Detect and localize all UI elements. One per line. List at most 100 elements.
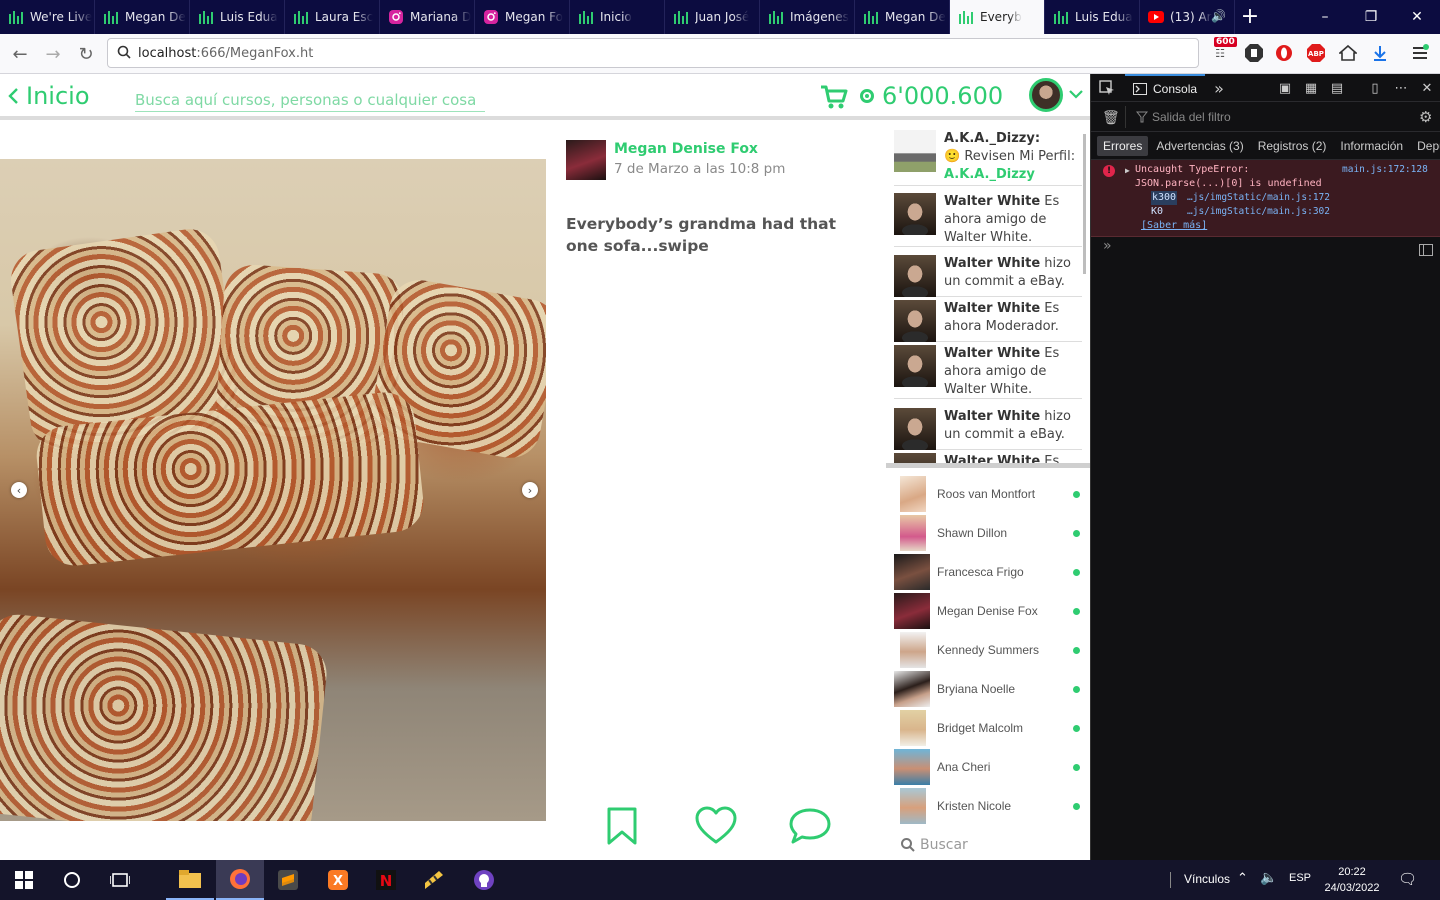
notification-item[interactable]: Walter White hizo un commit a eBay. (894, 408, 1082, 450)
more-tabs-icon[interactable]: » (1211, 79, 1227, 98)
notification-item[interactable]: Walter White hizo un commit a eBay. (894, 255, 1082, 297)
browser-tab[interactable]: Luis Edua (1045, 0, 1140, 34)
menu-icon[interactable] (1410, 43, 1430, 63)
forward-icon[interactable]: → (37, 38, 69, 70)
level-warnings[interactable]: Advertencias (3) (1150, 136, 1249, 156)
contact-item[interactable]: Shawn Dillon (894, 515, 1084, 551)
restore-icon[interactable]: ❐ (1348, 0, 1394, 34)
search-circle-icon[interactable] (48, 860, 96, 900)
contact-item[interactable]: Francesca Frigo (894, 554, 1084, 590)
level-errors[interactable]: Errores (1097, 135, 1149, 156)
browser-tab[interactable]: Laura Esc (285, 0, 380, 34)
clock[interactable]: 20:22 24/03/2022 (1322, 864, 1382, 896)
github-desktop-icon[interactable] (460, 860, 508, 900)
notification-item[interactable]: Walter White Es ahora amigo de Walter Wh… (894, 345, 1082, 399)
contact-item[interactable]: Bridget Malcolm (894, 710, 1084, 746)
contact-item[interactable]: Kennedy Summers (894, 632, 1084, 668)
url-bar[interactable]: localhost:666/MeganFox.ht (107, 38, 1199, 68)
netflix-icon[interactable]: N (362, 860, 410, 900)
back-link[interactable]: Inicio (6, 82, 90, 110)
contact-item[interactable]: Kristen Nicole (894, 788, 1084, 824)
cart-icon[interactable] (820, 84, 848, 110)
console-filter-input[interactable]: Salida del filtro (1125, 106, 1395, 128)
coin-balance[interactable]: 6'000.600 (860, 82, 1003, 110)
level-info[interactable]: Información (1334, 136, 1409, 156)
extension-icon[interactable]: ☷ 600 (1210, 37, 1237, 63)
xampp-icon[interactable]: X (314, 860, 362, 900)
screenshot-icon[interactable]: ▤ (1329, 80, 1345, 96)
reload-icon[interactable]: ↻ (70, 38, 102, 70)
contact-item[interactable]: Bryiana Noelle (894, 671, 1084, 707)
browser-tab[interactable]: We're Live (0, 0, 95, 34)
console-prompt-icon[interactable]: » (1103, 238, 1112, 254)
more-options-icon[interactable]: ⋯ (1393, 80, 1409, 96)
speaker-icon[interactable]: 🔊 (1211, 9, 1226, 23)
tab-console[interactable]: Consola (1125, 74, 1206, 102)
robot-icon[interactable]: ▣ (1277, 80, 1293, 96)
minimize-icon[interactable]: – (1302, 0, 1348, 34)
chevron-up-icon[interactable]: ⌃ (1237, 871, 1248, 886)
user-avatar[interactable] (1029, 78, 1063, 112)
browser-tab[interactable]: Luis Edua (190, 0, 285, 34)
stack-location[interactable]: …js/imgStatic/main.js:302 (1187, 205, 1330, 219)
notifications-scrollbar[interactable] (1083, 134, 1086, 274)
contact-item[interactable]: Ana Cheri (894, 749, 1084, 785)
notification-item[interactable]: A.K.A._Dizzy: 🙂 Revisen Mi Perfil: A.K.A._… (894, 130, 1082, 186)
clapperboard-icon[interactable] (410, 860, 458, 900)
new-tab-button[interactable]: + (1235, 0, 1265, 34)
adblock-icon[interactable]: ABP (1306, 43, 1326, 63)
notifications-icon[interactable]: 🗨 (1398, 870, 1417, 888)
notification-item[interactable]: Walter White Es ahora Moderador. (894, 300, 1082, 342)
browser-tab[interactable]: Inicio (570, 0, 665, 34)
close-icon[interactable]: ✕ (1394, 0, 1440, 34)
contact-item[interactable]: Roos van Montfort (894, 476, 1084, 512)
browser-tab[interactable]: Juan José (665, 0, 760, 34)
close-devtools-icon[interactable]: ✕ (1419, 80, 1435, 96)
contact-search[interactable]: Buscar (900, 834, 1080, 856)
task-view-icon[interactable] (96, 860, 144, 900)
opera-icon[interactable] (1274, 43, 1294, 63)
inspector-picker-icon[interactable] (1099, 80, 1115, 96)
profile-link[interactable]: A.K.A._Dizzy (944, 167, 1035, 182)
bookmark-icon[interactable] (600, 804, 644, 848)
input-language[interactable]: ESP (1289, 872, 1311, 884)
contact-item[interactable]: Megan Denise Fox (894, 593, 1084, 629)
learn-more-link[interactable]: [Saber más] (1141, 219, 1207, 233)
browser-tab[interactable]: Megan Fo (475, 0, 570, 34)
firefox-icon[interactable] (216, 860, 264, 900)
heart-icon[interactable] (694, 804, 738, 848)
carousel-prev-button[interactable]: ‹ (11, 482, 27, 498)
stack-location[interactable]: …js/imgStatic/main.js:172 (1187, 191, 1330, 205)
post-image[interactable]: ‹ › (0, 159, 546, 821)
browser-tab[interactable]: Megan De (855, 0, 950, 34)
layout-icon[interactable]: ▦ (1303, 80, 1319, 96)
stop-icon[interactable] (1244, 43, 1264, 63)
volume-icon[interactable]: 🔈 (1260, 870, 1277, 886)
carousel-next-button[interactable]: › (522, 482, 538, 498)
responsive-icon[interactable]: ▯ (1367, 80, 1383, 96)
browser-tab[interactable]: Megan De (95, 0, 190, 34)
windows-start-icon[interactable] (0, 860, 48, 900)
sublime-text-icon[interactable] (264, 860, 312, 900)
trash-icon[interactable]: 🗑 (1102, 109, 1120, 126)
browser-tab-active[interactable]: Everyb (950, 0, 1045, 34)
download-icon[interactable] (1370, 43, 1390, 63)
file-explorer-icon[interactable] (166, 860, 214, 900)
browser-tab[interactable]: (13) Ar 🔊 (1140, 0, 1235, 34)
home-icon[interactable] (1338, 43, 1358, 63)
console-error-message[interactable]: ! ▶ Uncaught TypeError: main.js:172:128 … (1091, 160, 1440, 237)
level-debug[interactable]: Depurar (1411, 136, 1440, 156)
back-icon[interactable]: ← (4, 38, 36, 70)
post-author-name[interactable]: Megan Denise Fox (614, 141, 758, 157)
tray-links-label[interactable]: Vínculos (1184, 872, 1230, 886)
main-search-input[interactable] (135, 88, 485, 112)
chevron-down-icon[interactable] (1068, 86, 1084, 102)
expand-arrow-icon[interactable]: ▶ (1125, 164, 1130, 178)
level-logs[interactable]: Registros (2) (1252, 136, 1333, 156)
comment-icon[interactable] (788, 804, 832, 848)
post-author-avatar[interactable] (566, 140, 606, 180)
settings-gear-icon[interactable]: ⚙ (1419, 108, 1432, 126)
browser-tab[interactable]: Mariana D (380, 0, 475, 34)
split-console-icon[interactable] (1419, 244, 1433, 256)
error-source-link[interactable]: main.js:172:128 (1342, 163, 1428, 177)
